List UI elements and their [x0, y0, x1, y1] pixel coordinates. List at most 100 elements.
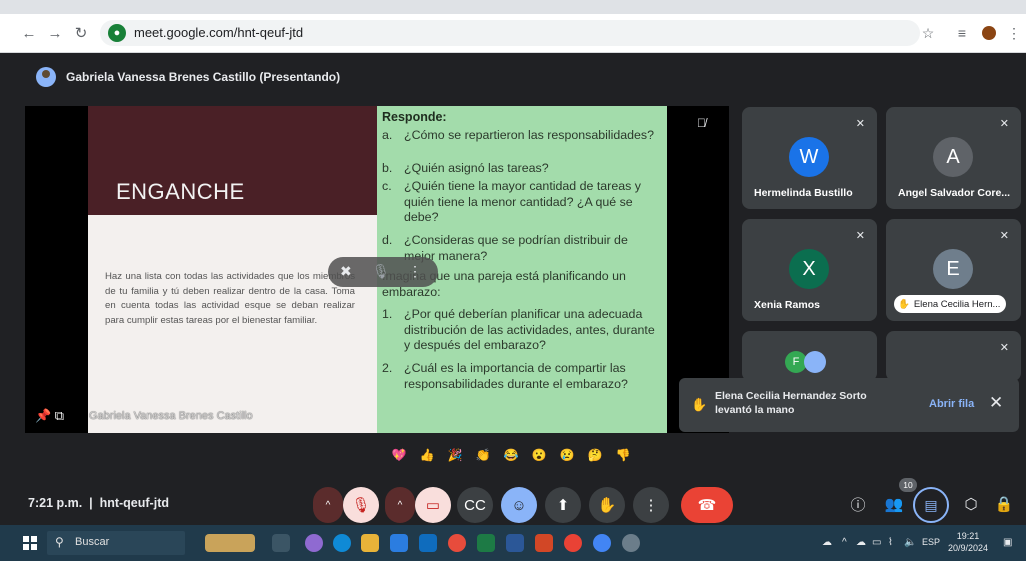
close-icon[interactable]: ✕ — [989, 393, 1003, 413]
chat-button[interactable]: ▤ — [913, 487, 949, 523]
mic-toggle-button[interactable]: 🎙 — [343, 487, 379, 523]
taskbar-clock[interactable]: 19:21 20/9/2024 — [948, 530, 988, 554]
mail-icon[interactable] — [419, 534, 437, 552]
avatar — [804, 351, 826, 373]
participant-tile[interactable]: ✕ E ✋ Elena Cecilia Hern... — [886, 219, 1021, 321]
host-controls-icon[interactable]: 🔒 — [990, 490, 1018, 518]
chrome-profile-icon[interactable] — [564, 534, 582, 552]
reload-icon[interactable]: ↻ — [70, 22, 92, 44]
end-call-button[interactable]: ☎ — [681, 487, 733, 523]
video-options-chevron-icon[interactable]: ^ — [385, 487, 415, 523]
search-placeholder: Buscar — [75, 536, 110, 548]
browser-chrome: ← → ↻ ● meet.google.com/hnt-qeuf-jtd ☆ ≡… — [0, 0, 1026, 53]
edge-icon[interactable] — [333, 534, 351, 552]
show-hidden-icons-icon[interactable]: ^ — [842, 537, 847, 548]
hand-raised-notification: ✋ Elena Cecilia Hernandez Sorto levantó … — [679, 378, 1019, 432]
reactions-bar: 💖 👍 🎉 👏 😂 😮 😢 🤔 👎 — [389, 445, 633, 473]
url-text[interactable]: meet.google.com/hnt-qeuf-jtd — [134, 25, 303, 40]
meeting-time: 7:21 p.m. | hnt-qeuf-jtd — [28, 496, 169, 510]
more-options-icon[interactable]: ⋮ — [408, 263, 422, 280]
windows-taskbar: ⚲ Buscar ☁ ^ ☁ ▭ ⌇ 🔈 ESP 19:21 20/9/2024… — [0, 525, 1026, 561]
participant-tile[interactable]: F — [742, 331, 877, 381]
presenter-avatar — [36, 67, 56, 87]
thumbs-up-reaction-icon[interactable]: 👍 — [417, 445, 437, 465]
more-options-button[interactable]: ⋮ — [633, 487, 669, 523]
notifications-icon[interactable]: ▣ — [1003, 537, 1012, 548]
participant-count-badge: 10 — [899, 478, 917, 492]
activities-icon[interactable]: ⬡ — [957, 490, 985, 518]
responde-title: Responde: — [382, 110, 447, 124]
forward-icon[interactable]: → — [44, 22, 66, 44]
chrome-icon[interactable] — [448, 534, 466, 552]
hand-icon: ✋ — [898, 298, 910, 310]
bookmark-star-icon[interactable]: ☆ — [917, 22, 939, 44]
info-icon[interactable]: ⓘ — [844, 490, 872, 518]
mic-off-icon: ✕ — [999, 342, 1009, 354]
copilot-icon[interactable] — [305, 534, 323, 552]
participant-tile[interactable]: ✕ W Hermelinda Bustillo — [742, 107, 877, 209]
battery-icon[interactable]: ▭ — [872, 537, 881, 548]
avatar: X — [789, 249, 829, 289]
pin-off-icon[interactable]: ✖ — [340, 263, 352, 280]
settings-icon[interactable] — [622, 534, 640, 552]
volume-icon[interactable]: 🔈 — [904, 537, 916, 548]
address-bar[interactable]: ● meet.google.com/hnt-qeuf-jtd — [100, 20, 920, 46]
browser-menu-icon[interactable]: ⋮ — [1003, 22, 1025, 44]
back-icon[interactable]: ← — [18, 22, 40, 44]
browser-toolbar: ← → ↻ ● meet.google.com/hnt-qeuf-jtd ☆ ≡… — [0, 14, 1026, 53]
file-explorer-icon[interactable] — [361, 534, 379, 552]
captions-button[interactable]: CC — [457, 487, 493, 523]
emoji-reactions-button[interactable]: ☺ — [501, 487, 537, 523]
avatar: E — [933, 249, 973, 289]
presentation-stage[interactable]: ENGANCHE Haz una lista con todas las act… — [25, 106, 729, 433]
meet-window: Gabriela Vanessa Brenes Castillo (Presen… — [0, 53, 1026, 523]
taskbar-search[interactable]: ⚲ Buscar — [47, 531, 185, 555]
clap-reaction-icon[interactable]: 👏 — [473, 445, 493, 465]
raise-hand-button[interactable]: ✋ — [589, 487, 625, 523]
avatar: W — [789, 137, 829, 177]
open-queue-button[interactable]: Abrir fila — [929, 398, 974, 410]
search-highlight-icon[interactable] — [205, 534, 255, 552]
onedrive-icon[interactable]: ☁ — [856, 537, 866, 548]
present-screen-button[interactable]: ⬆ — [545, 487, 581, 523]
participant-name: Xenia Ramos — [754, 299, 820, 311]
word-icon[interactable] — [506, 534, 524, 552]
party-reaction-icon[interactable]: 🎉 — [445, 445, 465, 465]
surprised-reaction-icon[interactable]: 😮 — [529, 445, 549, 465]
sad-reaction-icon[interactable]: 😢 — [557, 445, 577, 465]
store-icon[interactable] — [390, 534, 408, 552]
participant-tile[interactable]: ✕ A Angel Salvador Core... — [886, 107, 1021, 209]
participant-tile[interactable]: ✕ — [886, 331, 1021, 381]
slide-body-text: Haz una lista con todas las actividades … — [105, 271, 355, 326]
participant-name: Hermelinda Bustillo — [754, 187, 853, 199]
media-control-icon[interactable]: ≡ — [951, 22, 973, 44]
avatar: A — [933, 137, 973, 177]
presenter-name-tag: Gabriela Vanessa Brenes Castillo — [89, 410, 253, 422]
weather-icon[interactable]: ☁ — [822, 537, 832, 548]
powerpoint-icon[interactable] — [535, 534, 553, 552]
laugh-reaction-icon[interactable]: 😂 — [501, 445, 521, 465]
pin-icon[interactable]: 📌 ⧉ — [35, 408, 64, 424]
profile-avatar-icon[interactable] — [978, 22, 1000, 44]
hand-icon: ✋ — [691, 397, 708, 412]
people-icon[interactable]: 👥 — [880, 490, 908, 518]
language-indicator[interactable]: ESP — [922, 537, 940, 547]
presenter-label: Gabriela Vanessa Brenes Castillo (Presen… — [66, 70, 341, 84]
windows-start-icon[interactable] — [23, 536, 37, 550]
thumbs-down-reaction-icon[interactable]: 👎 — [613, 445, 633, 465]
meeting-controls: 7:21 p.m. | hnt-qeuf-jtd ^ 🎙 ^ ▭ CC ☺ ⬆ … — [0, 476, 1026, 526]
audio-options-chevron-icon[interactable]: ^ — [313, 487, 343, 523]
chrome-alt-icon[interactable] — [593, 534, 611, 552]
mic-off-icon: ✕ — [855, 118, 865, 130]
heart-reaction-icon[interactable]: 💖 — [389, 445, 409, 465]
mic-off-icon[interactable]: 🎙 — [372, 263, 390, 280]
site-info-icon[interactable]: ● — [108, 24, 126, 42]
camera-toggle-button[interactable]: ▭ — [415, 487, 451, 523]
thinking-reaction-icon[interactable]: 🤔 — [585, 445, 605, 465]
participant-tile[interactable]: ✕ X Xenia Ramos — [742, 219, 877, 321]
task-view-icon[interactable] — [272, 534, 290, 552]
network-icon[interactable]: ⌇ — [888, 537, 893, 548]
excel-icon[interactable] — [477, 534, 495, 552]
slide-title: ENGANCHE — [116, 179, 245, 204]
notification-text: Elena Cecilia Hernandez Sorto levantó la… — [715, 390, 867, 416]
